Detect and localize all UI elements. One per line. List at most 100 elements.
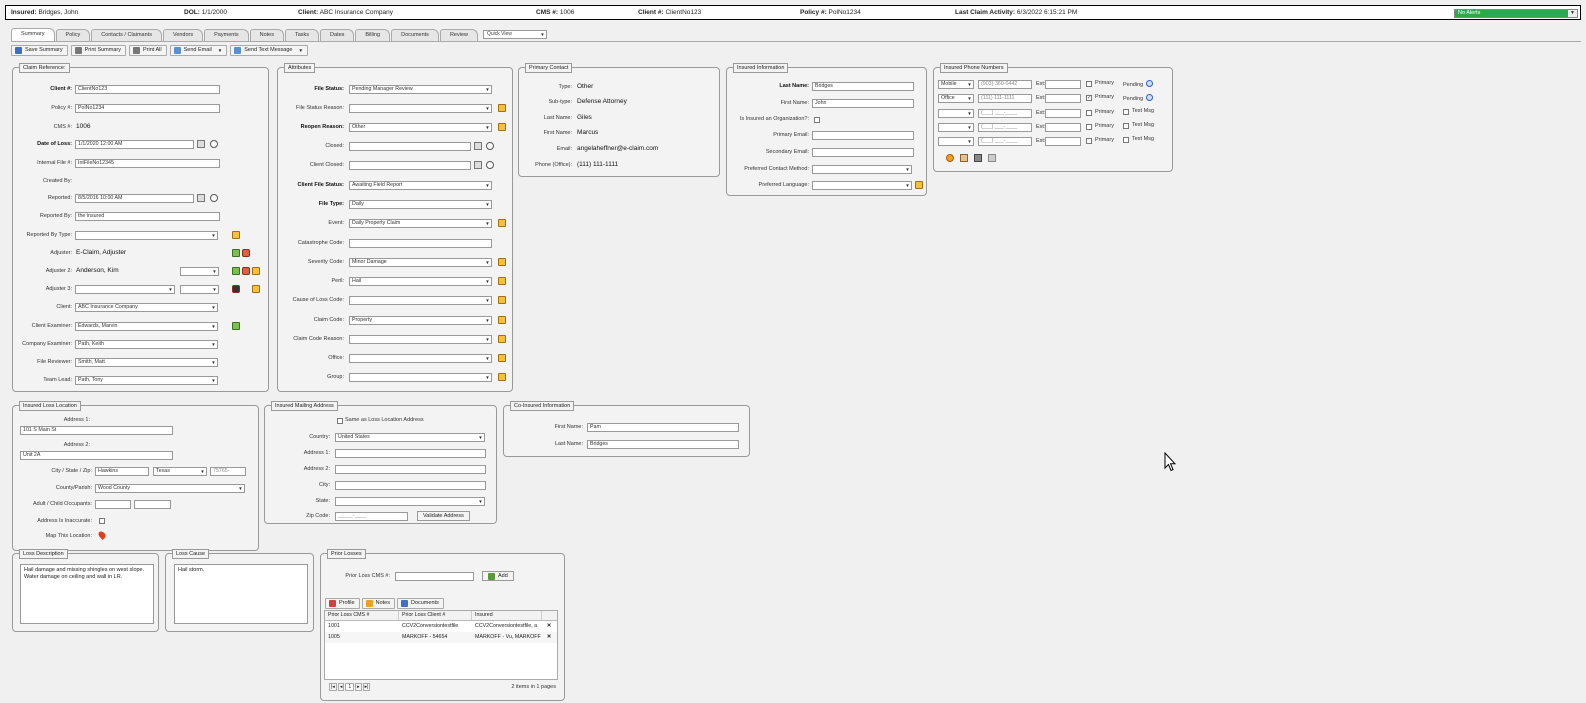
column-header[interactable]: Prior Loss Client # <box>399 611 472 620</box>
tab-contacts[interactable]: Contacts / Claimants <box>91 29 162 41</box>
loss-address-2-input[interactable]: Unit 2A <box>20 451 173 460</box>
adjuster-2-role-select[interactable]: ▼ <box>180 267 219 276</box>
preferred-contact-method-select[interactable]: ▼ <box>812 165 912 174</box>
address-inaccurate-checkbox[interactable] <box>99 518 105 524</box>
info-icon[interactable] <box>1146 80 1153 87</box>
client-select[interactable]: ABC Insurance Company ▼ <box>75 303 218 312</box>
loss-cause-textarea[interactable]: Hail storm. <box>174 564 308 624</box>
severity-code-select[interactable]: Minor Damage ▼ <box>349 258 492 267</box>
quick-view-select[interactable]: Quick View ▼ <box>482 30 547 39</box>
same-as-loss-checkbox[interactable] <box>337 418 343 424</box>
contact-email-value[interactable]: angelaheffner@e-claim.com <box>577 145 658 152</box>
closed-date-input[interactable] <box>349 142 471 151</box>
print-all-button[interactable]: Print All <box>128 45 167 56</box>
peril-select[interactable]: Hail ▼ <box>349 277 492 286</box>
loss-zip-input[interactable]: 75765- <box>210 467 246 476</box>
tab-documents[interactable]: Documents <box>391 29 439 41</box>
insured-last-name-input[interactable]: Bridges <box>812 82 914 91</box>
send-email-button[interactable]: Send Email ▼ <box>169 45 228 56</box>
tab-notes[interactable]: Notes <box>249 29 284 41</box>
reported-by-input[interactable]: the insured <box>75 212 220 221</box>
tab-policy[interactable]: Policy <box>55 29 91 41</box>
mailing-country-select[interactable]: United States ▼ <box>335 433 485 442</box>
primary-checkbox[interactable] <box>1086 81 1092 87</box>
calendar-icon[interactable] <box>474 161 482 169</box>
text-msg-checkbox[interactable] <box>1123 122 1129 129</box>
table-row[interactable]: 1005 MARKOFF - 54654 MARKOFF - Vu, MARKOFF… <box>325 632 557 643</box>
phone-type-select[interactable]: ▼ <box>938 108 974 118</box>
phone-type-select[interactable]: ▼ <box>938 137 974 147</box>
preferred-language-select[interactable]: ▼ <box>812 181 912 190</box>
page-number[interactable]: 1 <box>345 683 355 691</box>
mailing-state-select[interactable]: ▼ <box>335 497 485 506</box>
history-icon[interactable] <box>946 154 954 162</box>
policy-no-input[interactable]: PolNo1234 <box>75 104 220 113</box>
edit-icon[interactable] <box>915 181 923 189</box>
group-select[interactable]: ▼ <box>349 373 492 382</box>
adjuster-3-role-select[interactable]: ▼ <box>180 285 219 294</box>
prior-notes-tab[interactable]: Notes <box>361 598 395 609</box>
loss-address-1-input[interactable]: 101 S Main St <box>20 426 173 435</box>
loss-state-select[interactable]: Texas ▼ <box>153 467 207 476</box>
clock-icon[interactable] <box>486 161 494 169</box>
phone-number-input[interactable]: (___) ___-____ <box>978 122 1032 132</box>
mailing-address-2-input[interactable] <box>335 465 486 474</box>
edit-icon[interactable] <box>498 123 506 131</box>
loss-description-textarea[interactable]: Hail damage and missing shingles on west… <box>20 564 154 624</box>
edit-icon[interactable] <box>498 104 506 112</box>
co-insured-first-name-input[interactable]: Pam <box>587 423 739 432</box>
client-closed-date-input[interactable] <box>349 161 471 170</box>
tab-vendors[interactable]: Vendors <box>162 29 204 41</box>
clock-icon[interactable] <box>486 142 494 150</box>
add-prior-loss-button[interactable]: Add <box>482 571 514 581</box>
office-select[interactable]: ▼ <box>349 354 492 363</box>
county-select[interactable]: Wood County ▼ <box>95 484 245 493</box>
phone-number-input[interactable]: (903) 360-0442 <box>978 80 1032 89</box>
contact-card-icon[interactable] <box>232 322 240 330</box>
save-summary-button[interactable]: Save Summary <box>11 45 68 56</box>
client-examiner-select[interactable]: Edwards, Marvin ▼ <box>75 322 218 331</box>
client-no-input[interactable]: ClientNo123 <box>75 85 220 94</box>
file-reviewer-select[interactable]: Smith, Matt ▼ <box>75 358 218 367</box>
catastrophe-code-input[interactable] <box>349 239 492 248</box>
last-page-icon[interactable]: ▸| <box>362 683 371 691</box>
company-examiner-select[interactable]: Path, Keith ▼ <box>75 340 218 349</box>
edit-icon[interactable] <box>498 258 506 266</box>
prev-page-icon[interactable]: ◂ <box>337 683 345 691</box>
co-insured-last-name-input[interactable]: Bridges <box>587 440 739 449</box>
tab-billing[interactable]: Billing <box>355 29 391 41</box>
delete-icon[interactable]: ✕ <box>542 621 556 632</box>
ext-input[interactable] <box>1045 94 1081 104</box>
edit-icon[interactable] <box>252 267 260 275</box>
edit-icon[interactable] <box>232 231 240 239</box>
edit-icon[interactable] <box>498 296 506 304</box>
prior-profile-tab[interactable]: Profile <box>325 598 360 609</box>
tab-payments[interactable]: Payments <box>204 29 249 41</box>
phone-number-input[interactable]: (___) ___-____ <box>978 108 1032 118</box>
prior-loss-cms-input[interactable] <box>395 572 474 581</box>
edit-icon[interactable] <box>498 373 506 381</box>
print-summary-button[interactable]: Print Summary <box>70 45 126 56</box>
loss-city-input[interactable]: Hawkins <box>95 467 149 476</box>
ext-input[interactable] <box>1045 122 1081 132</box>
prior-documents-tab[interactable]: Documents <box>396 598 444 609</box>
ext-input[interactable] <box>1045 80 1081 89</box>
client-file-status-select[interactable]: Awaiting Field Report ▼ <box>349 181 492 190</box>
mailing-zip-input[interactable]: _____-____ <box>335 512 408 521</box>
user-icon[interactable] <box>242 267 250 275</box>
primary-checkbox[interactable] <box>1086 138 1092 145</box>
user-search-icon[interactable] <box>232 285 240 293</box>
tab-review[interactable]: Review <box>439 29 478 41</box>
edit-icon[interactable] <box>498 354 506 362</box>
user-icon[interactable] <box>242 249 250 257</box>
phone-number-input[interactable]: (___) ___-____ <box>978 137 1032 147</box>
first-page-icon[interactable]: |◂ <box>329 683 337 691</box>
tab-tasks[interactable]: Tasks <box>284 29 320 41</box>
primary-checkbox[interactable]: ✓ <box>1086 95 1092 102</box>
grid-icon[interactable] <box>974 154 982 162</box>
send-text-button[interactable]: Send Text Message ▼ <box>230 45 308 56</box>
delete-icon[interactable]: ✕ <box>542 632 556 643</box>
adult-occupants-input[interactable] <box>95 500 131 509</box>
reopen-reason-select[interactable]: Other ▼ <box>349 123 492 132</box>
edit-icon[interactable] <box>498 277 506 285</box>
